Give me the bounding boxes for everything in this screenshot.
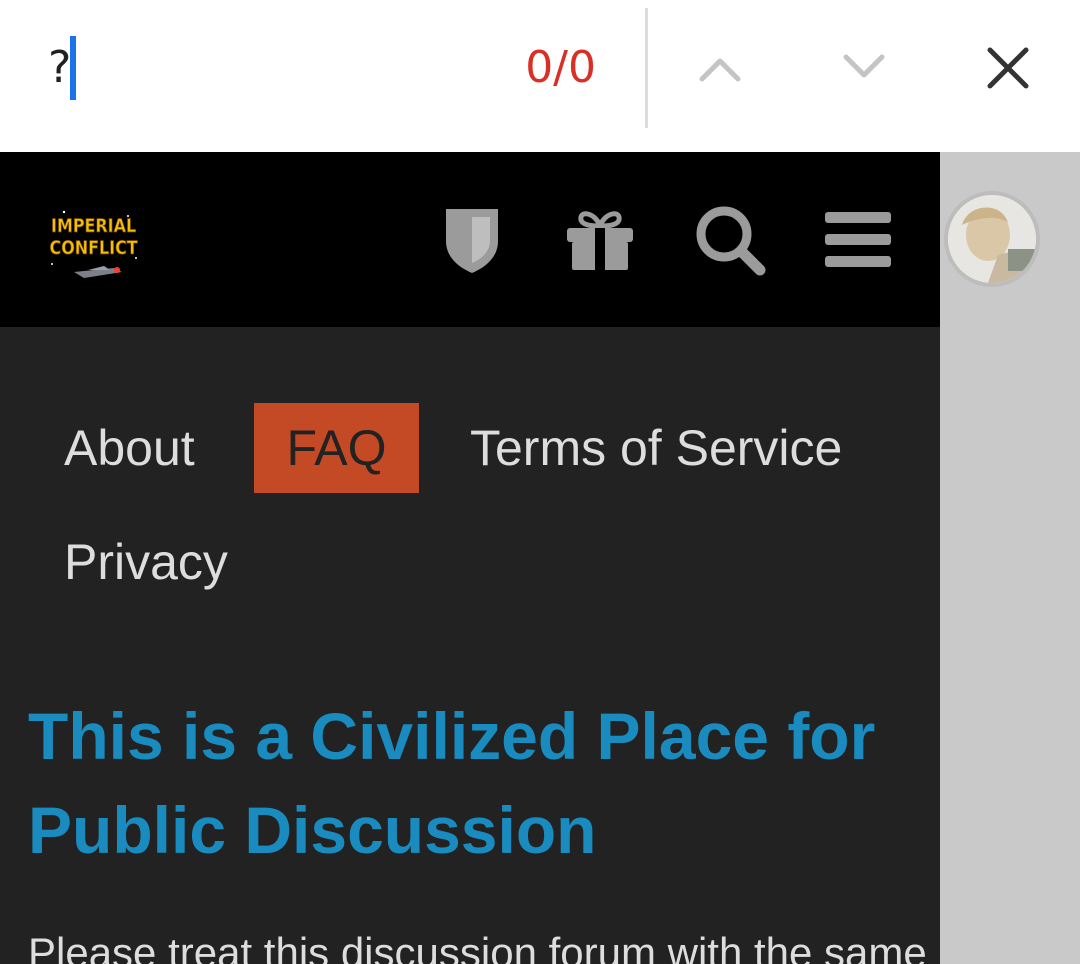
find-match-count: 0/0 bbox=[525, 42, 596, 93]
search-icon bbox=[696, 206, 766, 276]
svg-text:IMPERIAL: IMPERIAL bbox=[51, 216, 136, 238]
avatar-image bbox=[948, 195, 1036, 283]
svg-text:CONFLICT: CONFLICT bbox=[49, 238, 137, 260]
shield-button[interactable] bbox=[432, 200, 512, 280]
find-next-button[interactable] bbox=[818, 22, 910, 114]
nav-link-about[interactable]: About bbox=[64, 403, 195, 493]
find-input[interactable]: ? bbox=[48, 36, 71, 100]
gift-icon bbox=[567, 211, 633, 270]
find-bar-divider bbox=[645, 8, 648, 128]
chevron-up-icon bbox=[699, 58, 741, 82]
avatar[interactable] bbox=[948, 195, 1036, 283]
nav-link-terms[interactable]: Terms of Service bbox=[470, 403, 842, 493]
find-in-page-bar: ? 0/0 bbox=[0, 0, 1080, 152]
chevron-down-icon bbox=[843, 54, 885, 78]
page-title: This is a Civilized Place for Public Dis… bbox=[28, 699, 876, 867]
shield-icon bbox=[446, 209, 498, 273]
text-caret bbox=[70, 36, 76, 100]
site-logo[interactable]: IMPERIAL CONFLICT bbox=[44, 202, 148, 282]
nav-link-privacy[interactable]: Privacy bbox=[64, 517, 228, 607]
find-close-button[interactable] bbox=[962, 22, 1054, 114]
find-previous-button[interactable] bbox=[674, 22, 766, 114]
imperial-conflict-logo: IMPERIAL CONFLICT bbox=[49, 210, 138, 278]
nav-link-faq[interactable]: FAQ bbox=[254, 403, 419, 493]
hamburger-menu-icon bbox=[825, 212, 891, 267]
page-content: About FAQ Terms of Service Privacy This … bbox=[0, 327, 940, 964]
site-header: IMPERIAL CONFLICT bbox=[0, 152, 940, 327]
gift-button[interactable] bbox=[560, 200, 640, 280]
close-icon bbox=[987, 47, 1029, 89]
search-button[interactable] bbox=[690, 200, 770, 280]
intro-paragraph: Please treat this discussion forum with … bbox=[28, 929, 927, 964]
hamburger-menu-button[interactable] bbox=[818, 200, 898, 280]
